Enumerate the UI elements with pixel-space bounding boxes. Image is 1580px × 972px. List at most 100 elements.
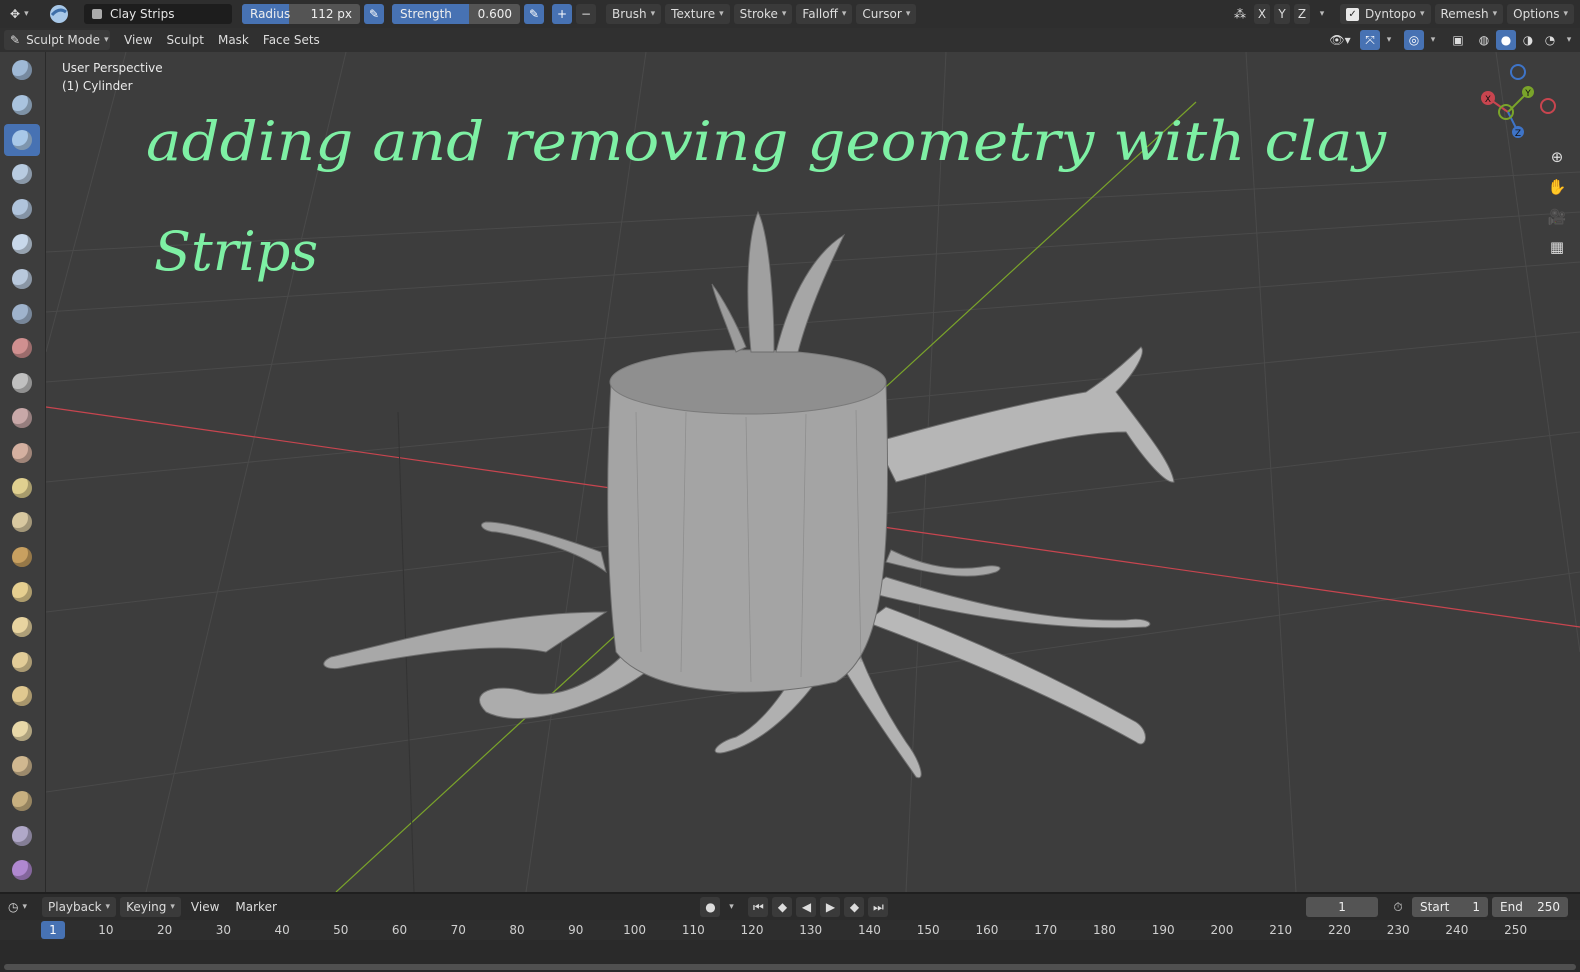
frame-ruler[interactable]: 1 10 20 30 40 50 60 70 80 90 100 110 120 130 140 150 160… [0,920,1580,972]
overlays-icon[interactable]: ◎ [1404,30,1424,50]
tool-elastic-deform[interactable] [4,611,40,643]
gizmo-dropdown[interactable]: ▾ [1382,30,1396,50]
zoom-icon[interactable]: ⊕ [1544,144,1570,170]
symmetry-x-toggle[interactable]: X [1254,4,1271,24]
navigation-gizmo[interactable]: X Y Z [1481,64,1556,139]
timeline-view-menu[interactable]: View [185,897,225,917]
rendered-shading-icon[interactable]: ◔ [1540,30,1560,50]
tool-inflate[interactable] [4,263,40,295]
visibility-icon[interactable]: 👁▾ [1326,30,1354,50]
add-direction-icon[interactable]: + [552,4,572,24]
mask-menu[interactable]: Mask [212,30,255,50]
timeline-editor-type[interactable]: ◷ ▾ [4,897,38,917]
dyntopo-menu[interactable]: ✓ Dyntopo ▾ [1340,4,1431,24]
xray-icon[interactable]: ▣ [1448,30,1468,50]
stopwatch-icon[interactable]: ⏱ [1388,897,1408,917]
tool-pinch[interactable] [4,541,40,573]
start-value: 1 [1472,900,1481,914]
shading-dropdown[interactable]: ▾ [1562,30,1576,50]
start-label: Start [1420,900,1450,914]
tool-layer[interactable] [4,228,40,260]
tool-crease[interactable] [4,332,40,364]
options-menu[interactable]: Options ▾ [1507,4,1574,24]
tool-thumb[interactable] [4,680,40,712]
jump-end-icon[interactable]: ⏭ [868,897,889,917]
symmetry-dropdown[interactable]: ▾ [1314,4,1330,24]
3d-viewport[interactable]: adding and removing geometry with clay S… [46,52,1580,892]
overlays-dropdown[interactable]: ▾ [1426,30,1440,50]
view-menu[interactable]: View [118,30,158,50]
prev-keyframe-icon[interactable]: ◆ [772,897,793,917]
brush-preview-icon[interactable] [44,2,74,26]
tool-clay-thumb[interactable] [4,193,40,225]
start-frame-field[interactable]: Start 1 [1412,897,1489,917]
falloff-menu[interactable]: Falloff ▾ [796,4,853,24]
tool-pose[interactable] [4,715,40,747]
end-frame-field[interactable]: End 250 [1492,897,1569,917]
playback-menu[interactable]: Playback ▾ [42,897,117,917]
current-frame-field[interactable]: 1 [1306,897,1379,917]
gizmo-neg-z-ball[interactable] [1510,64,1526,80]
tool-draw-sharp[interactable] [4,89,40,121]
tool-multiplane-scrape[interactable] [4,506,40,538]
playhead[interactable]: 1 [41,921,65,939]
editor-type-button[interactable]: ✥ ▾ [6,4,40,24]
jump-start-icon[interactable]: ⏮ [748,897,769,917]
strength-label: Strength [400,7,452,21]
tool-boundary[interactable] [4,854,40,886]
next-keyframe-icon[interactable]: ◆ [844,897,865,917]
tool-clay-strips[interactable] [4,158,40,190]
remesh-menu[interactable]: Remesh ▾ [1434,4,1504,24]
frame-tick: 30 [215,923,231,937]
radius-pressure-icon[interactable]: ✎ [364,4,384,24]
brush-name-field[interactable]: Clay Strips [84,4,232,24]
subtract-direction-icon[interactable]: − [576,4,596,24]
symmetry-z-toggle[interactable]: Z [1294,4,1311,24]
tool-nudge[interactable] [4,750,40,782]
camera-icon[interactable]: 🎥 [1544,204,1570,230]
tool-smooth[interactable] [4,367,40,399]
radius-field[interactable]: Radius 112 px [242,4,360,24]
gizmo-neg-x-ball[interactable] [1540,98,1556,114]
strength-field[interactable]: Strength 0.600 [392,4,520,24]
keying-menu[interactable]: Keying ▾ [120,897,181,917]
sculpt-menu[interactable]: Sculpt [160,30,209,50]
chevron-down-icon: ▾ [781,9,787,19]
dyntopo-checkbox[interactable]: ✓ [1346,7,1360,21]
record-icon[interactable]: ● [700,897,721,917]
brush-datablock-icon [92,9,102,19]
tool-blob[interactable] [4,298,40,330]
material-shading-icon[interactable]: ◑ [1518,30,1538,50]
play-icon[interactable]: ▶ [820,897,841,917]
mode-selector[interactable]: ✎ Sculpt Mode ▾ [4,30,110,50]
timeline-body[interactable] [0,940,1580,972]
marker-menu[interactable]: Marker [229,897,282,917]
texture-menu-label: Texture [671,7,716,21]
gizmo-neg-y-ball[interactable] [1498,104,1514,120]
tool-snake-hook[interactable] [4,646,40,678]
tool-draw[interactable] [4,54,40,86]
tool-clay[interactable] [4,123,40,156]
solid-shading-icon[interactable]: ● [1496,30,1516,50]
tool-rotate[interactable] [4,785,40,817]
ortho-grid-icon[interactable]: ▦ [1544,234,1570,260]
stroke-menu[interactable]: Stroke ▾ [733,4,793,24]
tool-grab[interactable] [4,576,40,608]
timeline-scrollbar[interactable] [4,964,1576,970]
brush-menu[interactable]: Brush ▾ [606,4,662,24]
texture-menu[interactable]: Texture ▾ [665,4,730,24]
symmetry-y-toggle[interactable]: Y [1274,4,1291,24]
symmetry-icon[interactable]: ⁂ [1230,4,1250,24]
pan-hand-icon[interactable]: ✋ [1544,174,1570,200]
cursor-menu[interactable]: Cursor ▾ [856,4,917,24]
strength-pressure-icon[interactable]: ✎ [524,4,544,24]
play-reverse-icon[interactable]: ◀ [796,897,817,917]
wireframe-shading-icon[interactable]: ◍ [1474,30,1494,50]
record-dropdown[interactable]: ▾ [724,897,738,917]
face-sets-menu[interactable]: Face Sets [257,30,326,50]
tool-slide-relax[interactable] [4,820,40,852]
tool-flatten[interactable] [4,402,40,434]
gizmo-icon[interactable]: ⤧ [1360,30,1380,50]
tool-fill[interactable] [4,437,40,469]
tool-scrape[interactable] [4,472,40,504]
